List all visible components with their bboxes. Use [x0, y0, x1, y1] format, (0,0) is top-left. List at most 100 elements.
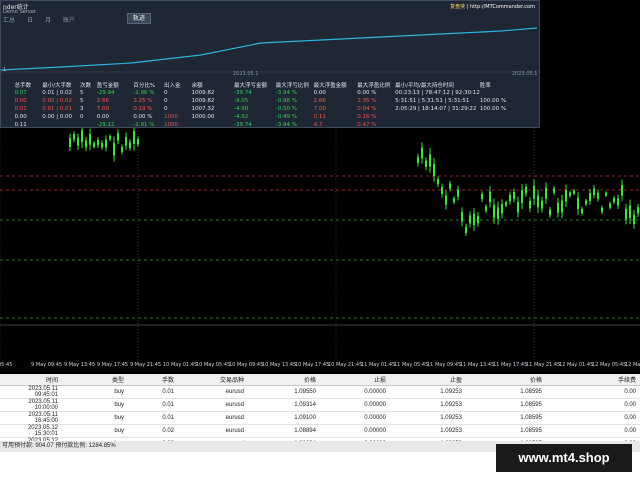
- candle-body: [97, 139, 99, 146]
- trade-header-cell: 手续费: [546, 374, 640, 386]
- candle-body: [601, 207, 603, 212]
- candle-body: [457, 189, 459, 197]
- time-axis-label: 05:45: [0, 362, 13, 368]
- candle-body: [569, 192, 571, 196]
- equity-curve: [1, 27, 541, 73]
- stats-cell: [80, 121, 97, 129]
- stats-cell: 0: [164, 106, 168, 112]
- tab-month[interactable]: 月: [45, 15, 51, 24]
- stats-header-cell: 最大浮亏金额: [234, 83, 268, 89]
- candle-body: [493, 205, 495, 218]
- candle-body: [433, 164, 435, 176]
- watermark-logo: www.mt4.shop: [496, 444, 632, 472]
- trade-cell: eurusd: [178, 411, 248, 425]
- time-axis-label: 12 May 01:45: [559, 362, 594, 368]
- trade-cell: 0.00: [546, 411, 640, 425]
- candle-body: [541, 200, 543, 209]
- stats-cell: 0.00 | 0.00: [42, 114, 73, 120]
- candle-body: [461, 212, 463, 222]
- candle-body: [521, 190, 523, 203]
- candle-body: [637, 207, 639, 214]
- stats-cell: 3: [79, 106, 84, 112]
- trade-header-cell: 价格: [248, 374, 320, 386]
- stats-cell: 0.00 %: [357, 90, 377, 96]
- stats-header-cell: 最大浮盈比例: [357, 83, 391, 89]
- candle-body: [557, 202, 559, 213]
- candle-body: [113, 142, 115, 156]
- candle-body: [509, 194, 511, 202]
- candle-body: [545, 187, 547, 199]
- candle-body: [565, 190, 567, 202]
- stats-header-cell: 最小/平均/最大持仓时间: [395, 83, 454, 89]
- stats-row-label: [1, 97, 15, 105]
- stats-cell: 1009.82: [191, 98, 215, 104]
- stats-cell: -9.05: [234, 98, 249, 104]
- trade-cell: buy: [62, 385, 128, 399]
- candle-body: [133, 131, 135, 144]
- stats-row-label: [1, 113, 15, 121]
- trade-cell: 0.00000: [320, 398, 390, 412]
- trade-cell: 1.09100: [248, 411, 320, 425]
- candle-body: [497, 207, 499, 219]
- time-axis-label: 9 May 09:45: [31, 362, 63, 368]
- candle-body: [517, 201, 519, 213]
- tab-account[interactable]: 账户: [63, 15, 75, 24]
- stats-header-blank: [1, 81, 15, 89]
- trade-row[interactable]: 2023.05.12 15:30:01 buy 0.02 eurusd 1.08894 0…: [0, 424, 640, 438]
- stats-cell: 5: [79, 98, 84, 104]
- stats-header-row: 总手数 最小/大手数 次数 盈亏金额 百分比% 出入金 余额 最大浮亏金额 最大浮亏比例 最大浮盈…: [1, 81, 539, 89]
- track-button[interactable]: 轨迹: [127, 13, 151, 24]
- trade-cell: 1.08595: [466, 385, 546, 399]
- time-axis-label: 10 May 09:45: [229, 362, 264, 368]
- candle-body: [577, 197, 579, 210]
- candle-body: [585, 200, 587, 205]
- stats-cell: -0.50 %: [275, 106, 297, 112]
- stats-window: nder统计 Demo Server 复盘侠 | http://MTComman…: [0, 0, 541, 129]
- candle-body: [621, 184, 623, 196]
- time-axis-label: 11 May 17:45: [493, 362, 528, 368]
- time-axis-label: 9 May 17:45: [97, 362, 129, 368]
- stats-cell: 0: [164, 90, 168, 96]
- stats-cell: [480, 89, 539, 97]
- stats-cell: 0: [164, 98, 168, 104]
- candle-body: [477, 215, 479, 224]
- stats-cell: -29.94: [96, 90, 115, 96]
- time-axis-label: 9 May 21:45: [130, 362, 162, 368]
- stats-cell: 00:23:13 | 78:47:12 | 92:30:12: [395, 90, 480, 96]
- time-axis-label: 11 May 09:45: [427, 362, 462, 368]
- candle-body: [109, 135, 111, 140]
- time-axis-label: 9 May 13:45: [64, 362, 96, 368]
- candle-body: [553, 188, 555, 193]
- trade-cell: buy: [62, 424, 128, 438]
- stats-row: 0.07 0.01 | 0.02 5 -29.94 -2.96 % 0 1009.82 -39…: [1, 89, 539, 97]
- trade-row[interactable]: 2023.05.11 09:45:01 buy 0.01 eurusd 1.09550 0…: [0, 385, 640, 399]
- candle-body: [73, 134, 75, 140]
- stats-cell: -39.74: [234, 90, 252, 96]
- trade-cell: 0.00000: [320, 424, 390, 438]
- trade-header-cell: 时间: [0, 374, 62, 386]
- stats-cell: [395, 121, 480, 129]
- time-axis-label: 10 May 21:45: [328, 362, 363, 368]
- tab-summary[interactable]: 汇总: [3, 15, 15, 24]
- trade-cell: 1.08595: [466, 411, 546, 425]
- stats-cell: 2.35 %: [357, 98, 377, 104]
- trade-row[interactable]: 2023.05.11 10:00:00 buy 0.01 eurusd 1.09314 0…: [0, 398, 640, 412]
- trade-cell: 1.09314: [248, 398, 320, 412]
- trade-cell: 0.02: [128, 424, 178, 438]
- candle-body: [581, 208, 583, 214]
- trade-cell: eurusd: [178, 385, 248, 399]
- stats-cell: 0.07: [14, 90, 27, 96]
- trade-cell: buy: [62, 411, 128, 425]
- brand-name: 复盘侠: [450, 4, 466, 10]
- trade-cell: 1.09253: [390, 411, 466, 425]
- trade-header-row: 时间 类型 手数 交易品种 价格 止损 止盈 价格 手续费: [0, 374, 640, 386]
- trade-cell: 0.01: [128, 411, 178, 425]
- stats-row: 0.02 0.01 | 0.01 3 7.00 0.19 % 0 1007.32 -4.90 -…: [1, 105, 539, 113]
- candle-body: [561, 200, 563, 213]
- stats-cell: -0.49 %: [275, 114, 297, 120]
- candle-body: [629, 205, 631, 218]
- candle-body: [81, 130, 83, 143]
- stats-cell: -3.94 %: [275, 90, 297, 96]
- trade-row[interactable]: 2023.05.11 16:45:00 buy 0.01 eurusd 1.09100 0…: [0, 411, 640, 425]
- tab-day[interactable]: 日: [27, 15, 33, 24]
